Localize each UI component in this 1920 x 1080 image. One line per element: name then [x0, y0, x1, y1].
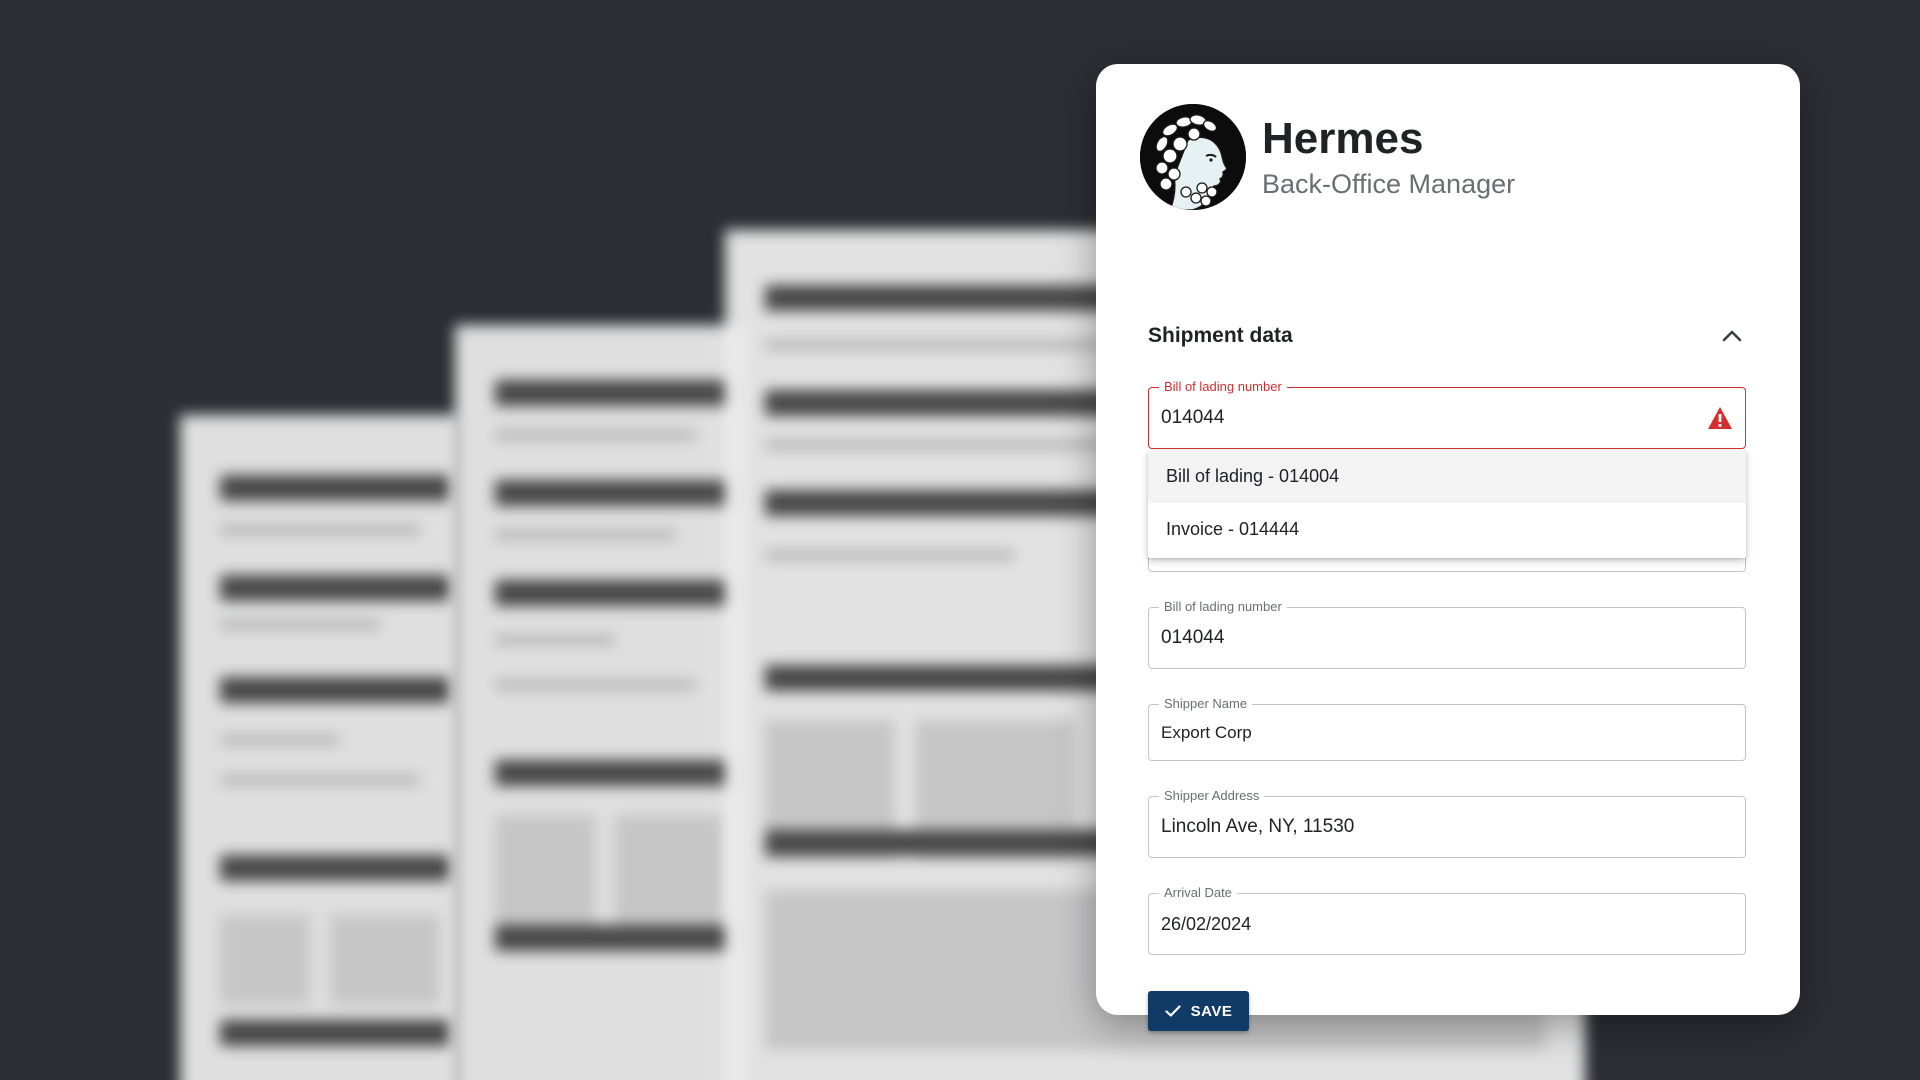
section-title: Shipment data [1148, 324, 1293, 347]
profile-role: Back-Office Manager [1262, 169, 1516, 199]
section-header[interactable]: Shipment data [1148, 308, 1748, 364]
save-button[interactable]: SAVE [1148, 991, 1249, 1031]
field-value[interactable]: Export Corp [1161, 705, 1252, 760]
save-label: SAVE [1190, 1002, 1233, 1020]
field-value[interactable]: Lincoln Ave, NY, 11530 [1161, 797, 1354, 857]
shipment-card: Hermes Back-Office Manager Shipment data… [1096, 64, 1800, 1031]
suggestion-item[interactable]: Bill of lading - 014004 [1148, 450, 1746, 503]
arrival-date-input[interactable]: Arrival Date 26/02/2024 [1148, 885, 1746, 955]
bill-of-lading-input-active[interactable]: Bill of lading number 014044 [1148, 379, 1746, 449]
check-icon [1165, 1005, 1181, 1017]
blurred-document [180, 415, 460, 1080]
chevron-up-icon[interactable] [1716, 320, 1748, 352]
warning-icon [1707, 406, 1733, 430]
blurred-document [455, 325, 745, 1080]
field-value[interactable]: 014044 [1161, 388, 1224, 448]
field-value[interactable]: 014044 [1161, 608, 1224, 668]
autocomplete-dropdown: Bill of lading - 014004 Invoice - 014444 [1148, 450, 1746, 558]
suggestion-item[interactable]: Invoice - 014444 [1148, 503, 1746, 556]
shipper-name-input[interactable]: Shipper Name Export Corp [1148, 696, 1746, 761]
profile-header: Hermes Back-Office Manager [1140, 104, 1515, 210]
profile-name: Hermes [1262, 114, 1424, 163]
shipper-address-input[interactable]: Shipper Address Lincoln Ave, NY, 11530 [1148, 788, 1746, 858]
avatar [1140, 104, 1246, 210]
bill-of-lading-input[interactable]: Bill of lading number 014044 [1148, 599, 1746, 669]
field-value[interactable]: 26/02/2024 [1161, 894, 1251, 954]
